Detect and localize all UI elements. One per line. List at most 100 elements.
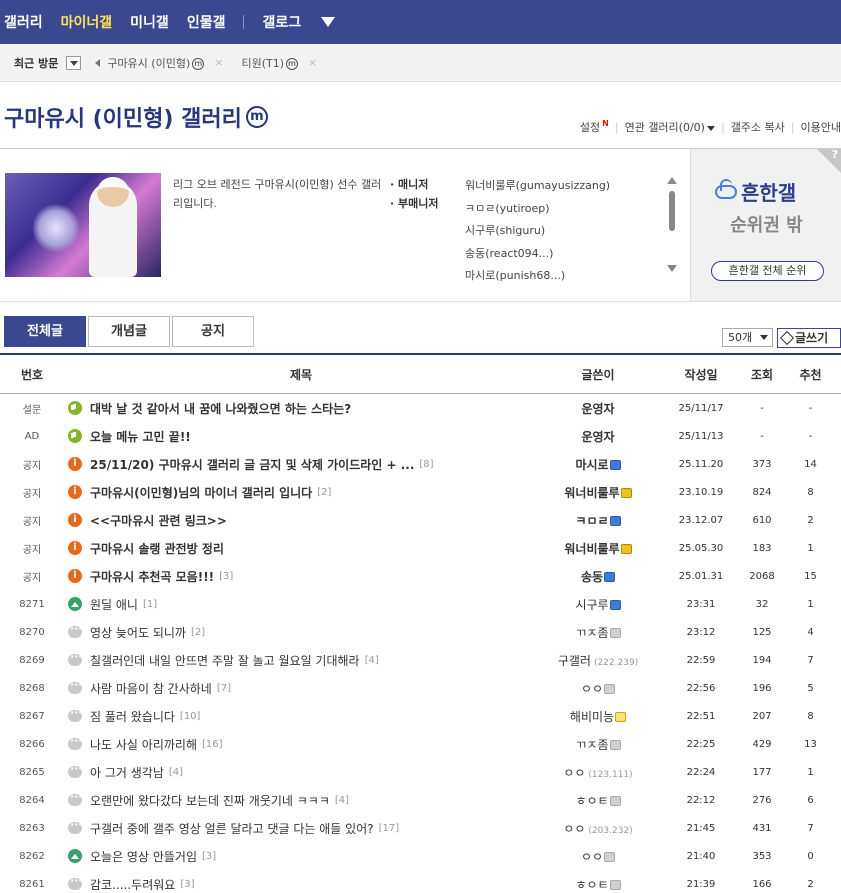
nav-person-gallery[interactable]: 인물갤 <box>187 12 226 32</box>
post-title-cell[interactable]: 영상 늦어도 되니까 [2] <box>64 624 538 641</box>
header-rec[interactable]: 추천 <box>780 366 841 383</box>
post-title[interactable]: 대박 날 것 같아서 내 꿈에 나와줬으면 하는 스타는? <box>90 400 351 417</box>
post-title-cell[interactable]: 오랜만에 왔다갔다 보는데 진짜 개웃기네 ㅋㅋㅋ [4] <box>64 792 538 809</box>
post-writer[interactable]: ㄲㅈ좀 <box>538 736 658 753</box>
post-title-cell[interactable]: 원딜 애니 [1] <box>64 596 538 613</box>
post-title-cell[interactable]: 오늘 메뉴 고민 끝!! <box>64 428 538 445</box>
post-title[interactable]: 구마유시(이민형)님의 마이너 갤러리 입니다 <box>90 484 312 501</box>
post-title[interactable]: 사람 마음이 참 간사하네 <box>90 680 212 697</box>
tab-notices[interactable]: 공지 <box>172 316 254 347</box>
header-writer[interactable]: 글쓴이 <box>538 366 658 383</box>
comment-count[interactable]: [16] <box>202 739 223 750</box>
comment-count[interactable]: [1] <box>143 599 157 610</box>
post-title-cell[interactable]: 구마유시 솔랭 관전방 정리 <box>64 540 538 557</box>
rank-all-button[interactable]: 흔한갤 전체 순위 <box>711 261 824 281</box>
post-title-cell[interactable]: 대박 날 것 같아서 내 꿈에 나와줬으면 하는 스타는? <box>64 400 538 417</box>
comment-count[interactable]: [3] <box>219 571 233 582</box>
manager-item[interactable]: 송동(react094...) <box>465 243 610 266</box>
settings-link[interactable]: 설정 N <box>580 119 609 135</box>
post-writer[interactable]: 마시로 <box>538 456 658 473</box>
post-title[interactable]: 구마유시 추천곡 모음!!! <box>90 568 214 585</box>
comment-count[interactable]: [4] <box>365 655 379 666</box>
post-title[interactable]: 영상 늦어도 되니까 <box>90 624 186 641</box>
nav-minor-gallery[interactable]: 마이너갤 <box>61 12 113 32</box>
per-page-select[interactable]: 50개 <box>722 328 773 347</box>
post-title-cell[interactable]: 칠갤러인데 내일 안뜨면 주말 잘 놀고 월요일 기대해라 [4] <box>64 652 538 669</box>
post-title[interactable]: 구갤러 중에 갤주 영상 얼른 달라고 댓글 다는 애들 있어? <box>90 820 374 837</box>
related-gallery-link[interactable]: 연관 갤러리(0/0) <box>625 119 715 135</box>
comment-count[interactable]: [3] <box>202 851 216 862</box>
recent-prev-icon[interactable] <box>95 58 101 67</box>
post-title-cell[interactable]: 나도 사실 아리까리해 [16] <box>64 736 538 753</box>
post-title-cell[interactable]: 사람 마음이 참 간사하네 [7] <box>64 680 538 697</box>
post-writer[interactable]: 워너비룰루 <box>538 540 658 557</box>
scroll-down-icon[interactable] <box>667 265 677 272</box>
nav-more-dropdown-icon[interactable] <box>321 17 336 27</box>
post-title-cell[interactable]: <<구마유시 관련 링크>> <box>64 512 538 529</box>
post-title-cell[interactable]: 구마유시(이민형)님의 마이너 갤러리 입니다 [2] <box>64 484 538 501</box>
post-writer[interactable]: 운영자 <box>538 428 658 445</box>
recent-remove-icon[interactable]: × <box>214 56 223 69</box>
post-writer[interactable]: 해비미능 <box>538 708 658 725</box>
post-writer[interactable]: 송동 <box>538 568 658 585</box>
recent-visit-item[interactable]: 티원(T1) m <box>241 55 298 71</box>
post-title[interactable]: 나도 사실 아리까리해 <box>90 736 197 753</box>
post-title[interactable]: 오랜만에 왔다갔다 보는데 진짜 개웃기네 ㅋㅋㅋ <box>90 792 330 809</box>
post-writer[interactable]: 시구루 <box>538 596 658 613</box>
nav-gallery[interactable]: 갤러리 <box>4 12 43 32</box>
post-title[interactable]: 오늘 메뉴 고민 끝!! <box>90 428 191 445</box>
copy-address-link[interactable]: 갤주소 복사 <box>731 119 785 135</box>
nav-mini-gallery[interactable]: 미니갤 <box>130 12 169 32</box>
post-title-cell[interactable]: 아 그거 생각남 [4] <box>64 764 538 781</box>
recent-remove-icon[interactable]: × <box>308 56 317 69</box>
post-writer[interactable]: ㅇㅇ (123.111) <box>538 764 658 781</box>
post-title-cell[interactable]: 감코.....두려워요 [3] <box>64 876 538 893</box>
post-title[interactable]: <<구마유시 관련 링크>> <box>90 512 227 529</box>
comment-count[interactable]: [8] <box>419 459 433 470</box>
post-writer[interactable]: 운영자 <box>538 400 658 417</box>
guide-link[interactable]: 이용안내 <box>801 119 841 135</box>
comment-count[interactable]: [10] <box>180 711 201 722</box>
scroll-thumb[interactable] <box>669 191 675 231</box>
comment-count[interactable]: [4] <box>169 767 183 778</box>
manager-item[interactable]: ㅋㅁㄹ(yutiroep) <box>465 198 610 221</box>
manager-item[interactable]: 마시로(punish68...) <box>465 265 610 288</box>
post-writer[interactable]: ㅎㅇㅌ <box>538 792 658 809</box>
write-button[interactable]: 글쓰기 <box>777 328 841 348</box>
post-title[interactable]: 아 그거 생각남 <box>90 764 164 781</box>
comment-count[interactable]: [4] <box>335 795 349 806</box>
post-title[interactable]: 감코.....두려워요 <box>90 876 175 893</box>
recent-visit-item[interactable]: 구마유시 (이민형) m <box>107 55 205 71</box>
comment-count[interactable]: [3] <box>180 879 194 890</box>
scroll-up-icon[interactable] <box>667 177 677 184</box>
post-writer[interactable]: 워너비룰루 <box>538 484 658 501</box>
post-writer[interactable]: ㅇㅇ <box>538 848 658 865</box>
manager-scrollbar[interactable] <box>667 177 677 272</box>
post-writer[interactable]: ㅇㅇ <box>538 680 658 697</box>
post-writer[interactable]: 구갤러 (222.239) <box>538 652 658 669</box>
post-title-cell[interactable]: 오늘은 영상 안뜰거임 [3] <box>64 848 538 865</box>
post-writer[interactable]: ㅇㅇ (203.232) <box>538 820 658 837</box>
post-title[interactable]: 짐 풀러 왔습니다 <box>90 708 175 725</box>
post-title-cell[interactable]: 구갤러 중에 갤주 영상 얼른 달라고 댓글 다는 애들 있어? [17] <box>64 820 538 837</box>
post-title[interactable]: 원딜 애니 <box>90 596 138 613</box>
comment-count[interactable]: [17] <box>379 823 400 834</box>
recent-dropdown-icon[interactable] <box>66 55 82 70</box>
post-title-cell[interactable]: 짐 풀러 왔습니다 [10] <box>64 708 538 725</box>
post-title[interactable]: 구마유시 솔랭 관전방 정리 <box>90 540 224 557</box>
manager-item[interactable]: 워너비룰루(gumayusizzang) <box>465 175 610 198</box>
header-views[interactable]: 조회 <box>744 366 780 383</box>
post-title[interactable]: 오늘은 영상 안뜰거임 <box>90 848 197 865</box>
post-title-cell[interactable]: 구마유시 추천곡 모음!!! [3] <box>64 568 538 585</box>
help-icon[interactable]: ? <box>832 148 838 161</box>
post-title-cell[interactable]: 25/11/20) 구마유시 갤러리 글 금지 및 삭제 가이드라인 + ...… <box>64 456 538 473</box>
gallery-title[interactable]: 구마유시 (이민형) 갤러리 m <box>4 101 268 133</box>
tab-all-posts[interactable]: 전체글 <box>4 316 86 347</box>
post-title[interactable]: 칠갤러인데 내일 안뜨면 주말 잘 놀고 월요일 기대해라 <box>90 652 360 669</box>
post-writer[interactable]: ㅎㅇㅌ <box>538 876 658 893</box>
post-writer[interactable]: ㄲㅈ좀 <box>538 624 658 641</box>
comment-count[interactable]: [2] <box>191 627 205 638</box>
nav-gallog[interactable]: 갤로그 <box>262 12 301 32</box>
tab-concept-posts[interactable]: 개념글 <box>88 316 170 347</box>
comment-count[interactable]: [2] <box>317 487 331 498</box>
